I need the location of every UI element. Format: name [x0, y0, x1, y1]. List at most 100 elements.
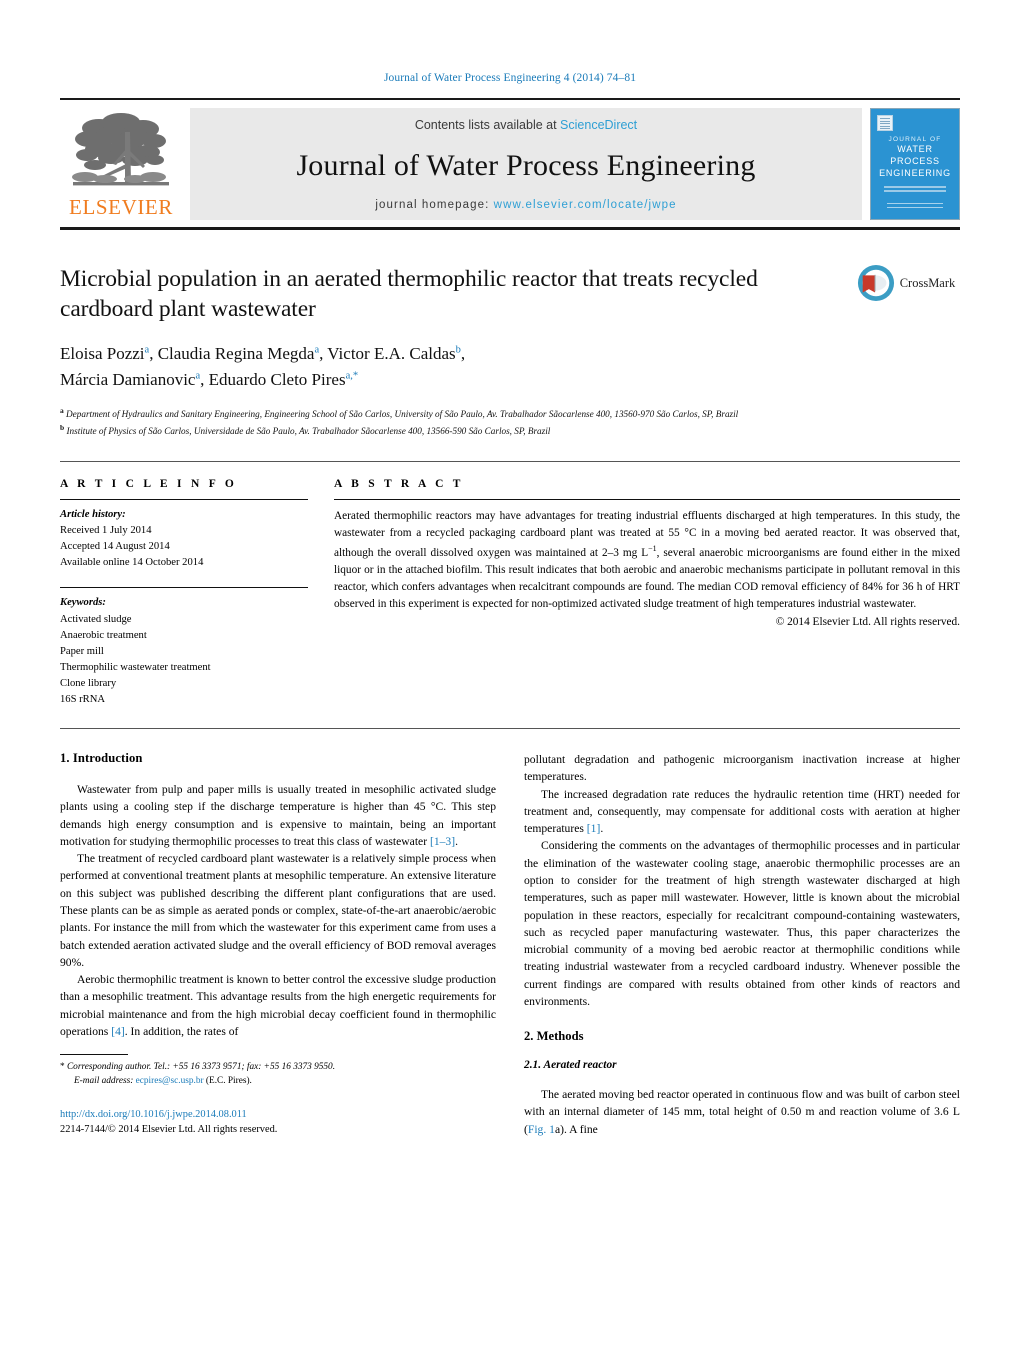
info-abstract-row: A R T I C L E I N F O Article history: R… — [60, 478, 960, 708]
article-info-column: A R T I C L E I N F O Article history: R… — [60, 478, 308, 708]
author-name: , Eduardo Cleto Pires — [200, 369, 346, 389]
figure-link[interactable]: Fig. 1 — [528, 1123, 555, 1136]
title-block: Microbial population in an aerated therm… — [60, 264, 960, 439]
cover-line-1: JOURNAL OF — [888, 136, 942, 143]
paragraph-text-tail: . In addition, the rates of — [124, 1024, 239, 1038]
sciencedirect-link[interactable]: ScienceDirect — [560, 118, 637, 132]
subsection-heading-aerated-reactor: 2.1. Aerated reactor — [524, 1059, 617, 1072]
section-heading-introduction: 1. Introduction — [60, 751, 143, 766]
citation-link[interactable]: [1] — [587, 822, 601, 835]
author-name: Márcia Damianovic — [60, 369, 196, 389]
doi-link[interactable]: http://dx.doi.org/10.1016/j.jwpe.2014.08… — [60, 1109, 247, 1120]
paper-page: Journal of Water Process Engineering 4 (… — [0, 0, 1020, 1351]
abstract-superscript: −1 — [648, 543, 657, 553]
page-title: Microbial population in an aerated therm… — [60, 266, 758, 323]
journal-title: Journal of Water Process Engineering — [296, 148, 756, 182]
abstract-text: Aerated thermophilic reactors may have a… — [334, 508, 960, 613]
abstract-copyright: © 2014 Elsevier Ltd. All rights reserved… — [775, 615, 960, 628]
article-history: Article history: Received 1 July 2014 Ac… — [60, 507, 308, 571]
journal-homepage-line: journal homepage: www.elsevier.com/locat… — [375, 199, 676, 211]
affiliation-marker: a — [60, 406, 64, 416]
abstract-label: A B S T R A C T — [334, 478, 464, 491]
history-item: Received 1 July 2014 — [60, 525, 152, 537]
left-column: 1. Introduction Wastewater from pulp and… — [60, 751, 496, 1138]
citation-link[interactable]: [1–3] — [430, 835, 455, 848]
masthead-bottom-rule — [60, 227, 960, 230]
author-line-2: Márcia Damianovica, Eduardo Cleto Piresa… — [60, 367, 834, 393]
paragraph: Wastewater from pulp and paper mills is … — [60, 781, 496, 850]
keywords-label: Keywords: — [60, 597, 106, 609]
email-link[interactable]: ecpires@sc.usp.br — [136, 1076, 204, 1086]
keyword-item: 16S rRNA — [60, 694, 106, 706]
journal-masthead: ELSEVIER Contents lists available at Sci… — [60, 98, 960, 220]
keyword-item: Anaerobic treatment — [60, 629, 147, 641]
paragraph: Aerobic thermophilic treatment is known … — [60, 971, 496, 1040]
affiliation-b: b Institute of Physics of São Carlos, Un… — [60, 422, 834, 439]
crossmark-label: CrossMark — [899, 275, 956, 290]
body-columns: 1. Introduction Wastewater from pulp and… — [60, 751, 960, 1138]
keyword-item: Thermophilic wastewater treatment — [60, 661, 211, 673]
history-item: Available online 14 October 2014 — [60, 557, 204, 569]
paragraph: The treatment of recycled cardboard plan… — [60, 850, 496, 971]
journal-cover-thumbnail[interactable]: JOURNAL OF WATER PROCESS ENGINEERING — [870, 108, 960, 220]
masthead-center: Contents lists available at ScienceDirec… — [190, 108, 862, 220]
article-info-rule — [60, 499, 308, 501]
author-name: , Victor E.A. Caldas — [319, 344, 456, 364]
cover-line-3: ENGINEERING — [879, 168, 951, 179]
abstract-rule — [334, 499, 960, 501]
corresponding-author-text: Corresponding author. Tel.: +55 16 3373 … — [66, 1061, 336, 1072]
affiliation-text: Institute of Physics of São Carlos, Univ… — [66, 426, 551, 437]
author-line-1: Eloisa Pozzia, Claudia Regina Megdaa, Vi… — [60, 341, 834, 367]
doi-block: http://dx.doi.org/10.1016/j.jwpe.2014.08… — [60, 1107, 496, 1138]
article-history-label: Article history: — [60, 509, 126, 521]
section-heading-methods: 2. Methods — [524, 1029, 584, 1044]
paragraph-text: Considering the comments on the advantag… — [524, 839, 960, 1008]
affiliation-a: a Department of Hydraulics and Sanitary … — [60, 405, 834, 422]
paragraph-text-tail: . — [600, 822, 604, 836]
publisher-name: ELSEVIER — [69, 195, 173, 219]
running-head: Journal of Water Process Engineering 4 (… — [383, 72, 637, 84]
author-affil-marker[interactable]: a,* — [346, 370, 359, 381]
email-label: E-mail address: — [74, 1076, 134, 1087]
article-info-label: A R T I C L E I N F O — [60, 478, 238, 491]
crossmark-badge[interactable]: CrossMark — [852, 264, 960, 439]
paragraph-text-tail: . — [455, 834, 458, 848]
keyword-item: Clone library — [60, 677, 117, 689]
email-note: E-mail address: ecpires@sc.usp.br (E.C. … — [60, 1074, 496, 1088]
author-list: Eloisa Pozzia, Claudia Regina Megdaa, Vi… — [60, 341, 834, 392]
right-column: pollutant degradation and pathogenic mic… — [524, 751, 960, 1138]
cover-footer-lines — [887, 203, 943, 210]
author-name: , Claudia Regina Megda — [149, 344, 315, 364]
contents-prefix: Contents lists available at — [414, 118, 561, 132]
paragraph: The increased degradation rate reduces t… — [524, 786, 960, 838]
cover-subtitle-lines — [884, 186, 946, 194]
paragraph: Considering the comments on the advantag… — [524, 837, 960, 1010]
contents-list-line: Contents lists available at ScienceDirec… — [415, 118, 637, 132]
journal-homepage-link[interactable]: www.elsevier.com/locate/jwpe — [494, 199, 677, 211]
email-suffix: (E.C. Pires). — [205, 1076, 252, 1087]
footnote-divider — [60, 1053, 128, 1055]
issn-copyright: 2214-7144/© 2014 Elsevier Ltd. All right… — [60, 1124, 278, 1136]
affiliations: a Department of Hydraulics and Sanitary … — [60, 405, 834, 439]
paragraph-text-tail: a). A fine — [554, 1122, 598, 1136]
paragraph: pollutant degradation and pathogenic mic… — [524, 751, 960, 786]
affiliation-text: Department of Hydraulics and Sanitary En… — [66, 409, 739, 420]
paragraph: The aerated moving bed reactor operated … — [524, 1086, 960, 1138]
title-bottom-rule — [60, 461, 960, 463]
keyword-item: Paper mill — [60, 645, 104, 657]
abstract-column: A B S T R A C T Aerated thermophilic rea… — [334, 478, 960, 708]
citation-link[interactable]: [4] — [111, 1025, 125, 1038]
paragraph-text: pollutant degradation and pathogenic mic… — [524, 753, 960, 784]
cover-emblem-icon — [877, 115, 893, 131]
footnote-marker: * — [60, 1061, 65, 1072]
author-separator: , — [460, 344, 466, 364]
publisher-logo: ELSEVIER — [60, 108, 182, 220]
author-name: Eloisa Pozzi — [60, 344, 145, 364]
abstract-bottom-rule — [60, 728, 960, 730]
cover-line-2: WATER PROCESS — [890, 144, 940, 167]
corresponding-author-note: * Corresponding author. Tel.: +55 16 337… — [60, 1060, 496, 1074]
affiliation-marker: b — [60, 423, 65, 433]
footnote-area: * Corresponding author. Tel.: +55 16 337… — [60, 1053, 496, 1138]
keywords-rule — [60, 587, 308, 589]
homepage-prefix: journal homepage: — [375, 199, 494, 211]
